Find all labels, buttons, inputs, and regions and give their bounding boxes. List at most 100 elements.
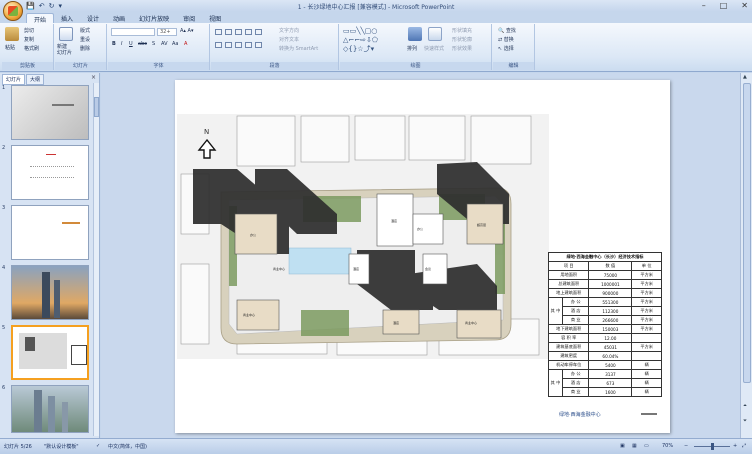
shadow-button[interactable]: S: [152, 41, 155, 47]
reset-button[interactable]: 重设: [80, 36, 90, 43]
slide-scrollbar[interactable]: ▲ ⏶ ⏷: [740, 73, 752, 438]
arrange-button[interactable]: 排列: [407, 45, 417, 52]
scroll-thumb[interactable]: [743, 83, 751, 383]
zoom-out-icon[interactable]: −: [684, 443, 688, 449]
normal-view-icon[interactable]: ▣: [620, 443, 625, 449]
scroll-up-icon[interactable]: ▲: [743, 74, 747, 80]
justify-icon[interactable]: [245, 42, 252, 48]
align-right-icon[interactable]: [235, 42, 242, 48]
tab-slideshow[interactable]: 幻灯片放映: [132, 13, 176, 23]
drawing-label: 绘图: [340, 62, 491, 70]
building-label: 办公: [417, 226, 423, 231]
font-size-field[interactable]: 32+: [157, 28, 177, 36]
underline-button[interactable]: U: [129, 41, 133, 47]
bullets-icon[interactable]: [215, 29, 222, 35]
tab-animations[interactable]: 动画: [106, 13, 132, 23]
tab-review[interactable]: 审阅: [176, 13, 202, 23]
table-cell: 用地面积: [547, 270, 590, 280]
shape-outline-button[interactable]: 形状轮廓: [452, 36, 472, 43]
change-case-button[interactable]: Aa: [172, 41, 178, 47]
layout-button[interactable]: 版式: [80, 27, 90, 34]
slide-sorter-icon[interactable]: ▦: [632, 443, 637, 449]
char-spacing-button[interactable]: AV: [161, 41, 168, 47]
grow-font-icon[interactable]: A▴ A▾: [180, 28, 193, 34]
line-spacing-icon[interactable]: [255, 29, 262, 35]
find-button[interactable]: 🔍 查找: [498, 27, 516, 34]
align-left-icon[interactable]: [215, 42, 222, 48]
zoom-slider-thumb[interactable]: [711, 443, 714, 450]
fit-to-window-icon[interactable]: ⤢: [742, 443, 746, 449]
table-cell: 3137: [588, 369, 633, 379]
find-label: 查找: [505, 28, 516, 34]
quick-styles-icon[interactable]: [428, 27, 442, 41]
spellcheck-icon[interactable]: ✓: [96, 443, 100, 449]
format-painter-button[interactable]: 格式刷: [24, 45, 39, 52]
new-slide-icon[interactable]: [59, 27, 73, 41]
thumb-title-bar: [52, 104, 74, 106]
table-cell: 辆: [631, 378, 662, 388]
cut-button[interactable]: 剪切: [24, 27, 34, 34]
slideshow-icon[interactable]: ▭: [644, 443, 649, 449]
minimize-button[interactable]: –: [702, 1, 706, 10]
increase-indent-icon[interactable]: [245, 29, 252, 35]
slide-thumbnail-5[interactable]: 5: [0, 325, 94, 381]
paste-button[interactable]: 粘贴: [5, 44, 15, 51]
font-label: 字体: [108, 62, 209, 70]
quick-styles-button[interactable]: 快速样式: [424, 45, 444, 52]
shapes-gallery[interactable]: ▭▭╲╲▢○ △⌐⌐⇨⇩⬠ ◇{}☆⤴▾: [343, 27, 403, 57]
arrange-icon[interactable]: [408, 27, 422, 41]
panel-close-icon[interactable]: ×: [91, 74, 96, 81]
slide-thumbnail-3[interactable]: 3: [0, 205, 94, 261]
shape-effects-button[interactable]: 形状效果: [452, 45, 472, 52]
clipboard-group: 粘贴 剪切 复制 格式刷 剪贴板: [2, 24, 54, 70]
columns-icon[interactable]: [255, 42, 262, 48]
panel-scroll-thumb[interactable]: [94, 97, 99, 117]
select-button[interactable]: ↖ 选择: [498, 45, 514, 52]
strikethrough-button[interactable]: abc: [138, 41, 147, 47]
maximize-button[interactable]: □: [720, 1, 728, 10]
font-color-button[interactable]: A: [184, 41, 187, 47]
slide-thumbnail-4[interactable]: 4: [0, 265, 94, 321]
tab-outline[interactable]: 大纲: [26, 74, 45, 85]
text-direction-button[interactable]: 文字方向: [279, 27, 299, 34]
zoom-in-icon[interactable]: +: [733, 443, 737, 449]
delete-slide-button[interactable]: 删除: [80, 45, 90, 52]
table-group-label: 其 中: [548, 297, 563, 325]
font-name-field[interactable]: [111, 28, 155, 36]
zoom-level[interactable]: 70%: [662, 443, 673, 449]
smartart-button[interactable]: 转换为 SmartArt: [279, 45, 318, 52]
window-title: 1 - 长沙绿地中心汇报 [兼容模式] - Microsoft PowerPoi…: [297, 4, 455, 11]
bold-button[interactable]: B: [112, 41, 116, 47]
prev-slide-icon[interactable]: ⏶: [743, 403, 747, 409]
table-row: 商 业 1600 辆: [549, 387, 662, 397]
slides-label: 幻灯片: [55, 62, 106, 70]
tab-insert[interactable]: 插入: [54, 13, 80, 23]
tab-design[interactable]: 设计: [80, 13, 106, 23]
align-center-icon[interactable]: [225, 42, 232, 48]
numbering-icon[interactable]: [225, 29, 232, 35]
tab-home[interactable]: 开始: [26, 13, 55, 24]
zoom-slider[interactable]: [694, 443, 730, 450]
close-button[interactable]: ✕: [741, 1, 748, 10]
replace-button[interactable]: ⇄ 替换: [498, 36, 514, 43]
slide-thumbnail-6[interactable]: 6: [0, 385, 94, 441]
office-button[interactable]: [3, 1, 23, 21]
current-slide[interactable]: N 办公 商业中心 酒店 超高层 酒店 商业中心 酒店 会议 商业中心 办公 绿…: [175, 80, 670, 433]
slide-thumbnail-2[interactable]: 2: [0, 145, 94, 201]
align-text-button[interactable]: 对齐文本: [279, 36, 299, 43]
panel-scrollbar[interactable]: [93, 83, 99, 436]
language-indicator[interactable]: 中文(简体，中国): [108, 443, 147, 450]
paste-icon[interactable]: [5, 27, 19, 41]
italic-button[interactable]: I: [121, 41, 122, 47]
thumb-image: [11, 205, 89, 260]
new-slide-button[interactable]: 新建 幻灯片: [57, 44, 72, 56]
next-slide-icon[interactable]: ⏷: [743, 418, 747, 424]
tab-slides[interactable]: 幻灯片: [2, 74, 26, 85]
tab-view[interactable]: 视图: [202, 13, 228, 23]
table-header: 单 位: [631, 261, 662, 271]
decrease-indent-icon[interactable]: [235, 29, 242, 35]
table-cell: 商 业: [561, 387, 590, 397]
copy-button[interactable]: 复制: [24, 36, 34, 43]
slide-thumbnail-1[interactable]: 1: [0, 85, 94, 141]
shape-fill-button[interactable]: 形状填充: [452, 27, 472, 34]
